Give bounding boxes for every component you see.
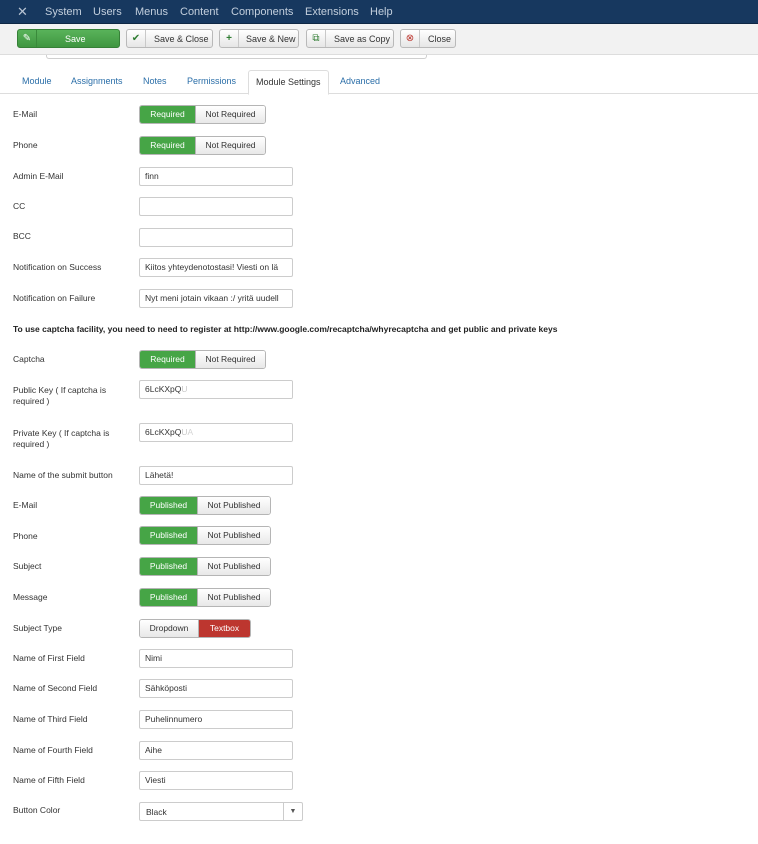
email-required-label: E-Mail (13, 109, 38, 119)
menu-menus[interactable]: Menus (135, 6, 168, 18)
second-field-input[interactable]: Sähköposti (139, 679, 293, 698)
tab-advanced[interactable]: Advanced (340, 70, 380, 94)
bcc-label: BCC (13, 231, 31, 241)
tab-module[interactable]: Module (22, 70, 52, 94)
email-published-label: E-Mail (13, 500, 38, 510)
message-published-option[interactable]: Published (140, 589, 197, 606)
top-menu-bar: ✕ System Users Menus Content Components … (0, 0, 758, 24)
menu-extensions[interactable]: Extensions (305, 6, 359, 18)
email-not-required-option[interactable]: Not Required (195, 106, 265, 123)
phone-not-published-option[interactable]: Not Published (197, 527, 270, 544)
button-color-label: Button Color (13, 805, 61, 815)
menu-system[interactable]: System (45, 6, 82, 18)
phone-required-toggle: Required Not Required (139, 136, 266, 155)
subject-published-option[interactable]: Published (140, 558, 197, 575)
phone-required-option[interactable]: Required (140, 137, 195, 154)
tab-module-settings[interactable]: Module Settings (248, 70, 329, 95)
message-published-toggle: Published Not Published (139, 588, 271, 607)
plus-icon: + (220, 30, 239, 47)
edit-icon: ✎ (18, 30, 37, 47)
third-field-label: Name of Third Field (13, 714, 88, 724)
tab-permissions[interactable]: Permissions (187, 70, 236, 94)
notification-success-input[interactable]: Kiitos yhteydenotostasi! Viesti on lä (139, 258, 293, 277)
bcc-input[interactable] (139, 228, 293, 247)
phone-required-label: Phone (13, 140, 38, 150)
fourth-field-label: Name of Fourth Field (13, 745, 93, 755)
phone-published-toggle: Published Not Published (139, 526, 271, 545)
menu-content[interactable]: Content (180, 6, 219, 18)
joomla-logo-icon[interactable]: ✕ (16, 5, 29, 18)
subject-published-toggle: Published Not Published (139, 557, 271, 576)
fifth-field-input[interactable]: Viesti (139, 771, 293, 790)
phone-published-option[interactable]: Published (140, 527, 197, 544)
captcha-not-required-option[interactable]: Not Required (195, 351, 265, 368)
public-key-label: Public Key ( If captcha is required ) (13, 385, 107, 406)
save-button[interactable]: ✎ Save (17, 29, 120, 48)
captcha-note: To use captcha facility, you need to nee… (13, 324, 558, 334)
message-published-label: Message (13, 592, 48, 602)
notification-failure-input[interactable]: Nyt meni jotain vikaan :/ yritä uudell (139, 289, 293, 308)
notification-success-label: Notification on Success (13, 262, 102, 272)
captcha-required-option[interactable]: Required (140, 351, 195, 368)
toolbar: ✎ Save ✔ Save & Close + Save & New ⧉ Sav… (0, 24, 758, 55)
notification-failure-label: Notification on Failure (13, 293, 96, 303)
close-button[interactable]: ⊗ Close (400, 29, 456, 48)
fourth-field-input[interactable]: Aihe (139, 741, 293, 760)
subject-not-published-option[interactable]: Not Published (197, 558, 270, 575)
button-color-select[interactable]: Black ▼ (139, 802, 303, 821)
menu-help[interactable]: Help (370, 6, 393, 18)
third-field-input[interactable]: Puhelinnumero (139, 710, 293, 729)
save-copy-button[interactable]: ⧉ Save as Copy (306, 29, 394, 48)
phone-published-label: Phone (13, 531, 38, 541)
email-not-published-option[interactable]: Not Published (197, 497, 270, 514)
captcha-toggle: Required Not Required (139, 350, 266, 369)
captcha-label: Captcha (13, 354, 45, 364)
fifth-field-label: Name of Fifth Field (13, 775, 85, 785)
email-published-toggle: Published Not Published (139, 496, 271, 515)
email-required-option[interactable]: Required (140, 106, 195, 123)
tab-bar: Module Assignments Notes Permissions Mod… (0, 70, 758, 95)
subject-type-toggle: Dropdown Textbox (139, 619, 251, 638)
module-title-input[interactable] (46, 55, 427, 59)
message-not-published-option[interactable]: Not Published (197, 589, 270, 606)
public-key-input[interactable]: 6LcKXpQU (139, 380, 293, 399)
first-field-input[interactable]: Nimi (139, 649, 293, 668)
subject-published-label: Subject (13, 561, 42, 571)
tab-notes[interactable]: Notes (143, 70, 167, 94)
save-close-button[interactable]: ✔ Save & Close (126, 29, 213, 48)
save-new-button[interactable]: + Save & New (219, 29, 299, 48)
button-color-value: Black (146, 807, 167, 817)
cc-label: CC (13, 201, 26, 211)
subject-type-dropdown-option[interactable]: Dropdown (140, 620, 198, 637)
admin-email-input[interactable]: finn (139, 167, 293, 186)
admin-email-label: Admin E-Mail (13, 171, 64, 181)
private-key-input[interactable]: 6LcKXpQUA (139, 423, 293, 442)
subject-type-label: Subject Type (13, 623, 62, 633)
copy-icon: ⧉ (307, 30, 326, 47)
submit-name-label: Name of the submit button (13, 470, 113, 480)
check-icon: ✔ (127, 30, 146, 47)
chevron-down-icon[interactable]: ▼ (283, 803, 302, 820)
menu-components[interactable]: Components (231, 6, 293, 18)
first-field-label: Name of First Field (13, 653, 85, 663)
subject-type-textbox-option[interactable]: Textbox (198, 620, 250, 637)
menu-users[interactable]: Users (93, 6, 122, 18)
phone-not-required-option[interactable]: Not Required (195, 137, 265, 154)
close-circle-icon: ⊗ (401, 30, 420, 47)
submit-name-input[interactable]: Lähetä! (139, 466, 293, 485)
email-required-toggle: Required Not Required (139, 105, 266, 124)
private-key-label: Private Key ( If captcha is required ) (13, 428, 110, 449)
cc-input[interactable] (139, 197, 293, 216)
tab-assignments[interactable]: Assignments (71, 70, 123, 94)
second-field-label: Name of Second Field (13, 683, 98, 693)
email-published-option[interactable]: Published (140, 497, 197, 514)
